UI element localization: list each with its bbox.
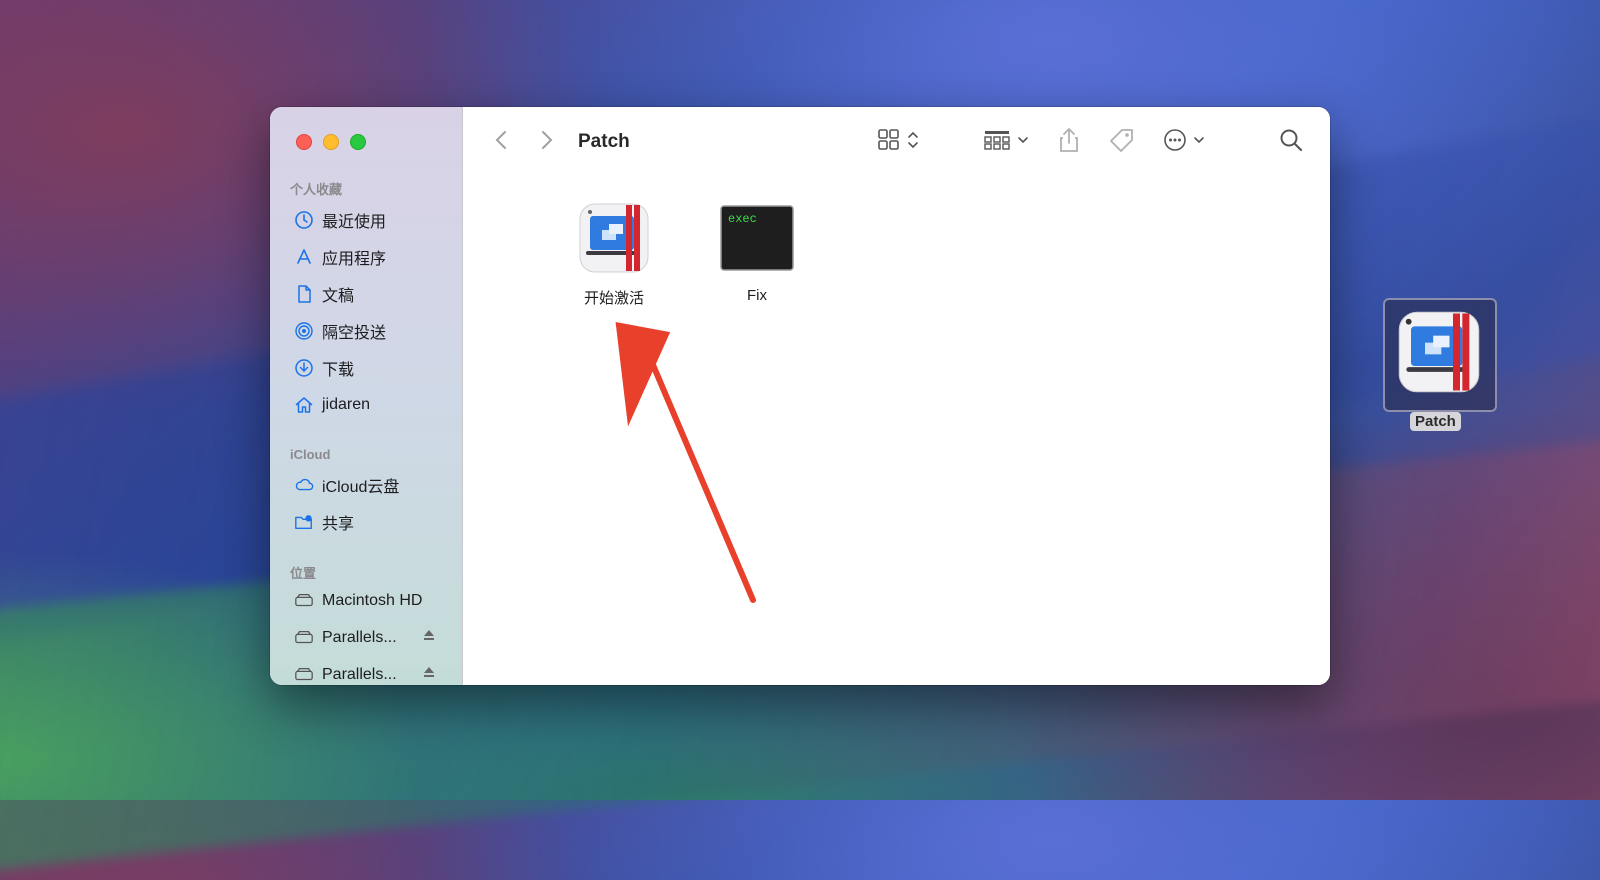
minimize-button[interactable] (323, 134, 339, 150)
sidebar-item-label: Parallels... (322, 666, 397, 683)
sidebar-section-header: 位置 (290, 566, 317, 581)
sidebar-section-header: iCloud (290, 447, 331, 462)
document-icon (294, 284, 314, 304)
sidebar-item-recents[interactable]: 最近使用 (294, 208, 386, 232)
finder-window: 个人收藏 最近使用 应用程序 文稿 隔空投送 下载 jidaren iCloud… (270, 107, 1330, 685)
sidebar-item-label: 文稿 (322, 288, 355, 305)
disk-icon (294, 628, 314, 648)
disk-icon (294, 591, 314, 611)
sidebar-item-label: Parallels... (322, 629, 397, 646)
sidebar-item-parallels-2[interactable]: Parallels... (294, 663, 434, 685)
eject-icon[interactable] (422, 628, 436, 647)
sidebar-item-airdrop[interactable]: 隔空投送 (294, 319, 386, 343)
sidebar-item-parallels-1[interactable]: Parallels... (294, 626, 434, 650)
sidebar-item-applications[interactable]: 应用程序 (294, 245, 386, 269)
sidebar-item-macintosh-hd[interactable]: Macintosh HD (294, 589, 422, 613)
sidebar-item-label: Macintosh HD (322, 592, 423, 609)
cloud-icon (294, 475, 314, 495)
eject-icon[interactable] (422, 665, 436, 684)
sidebar-item-label: 应用程序 (322, 251, 387, 268)
sidebar-item-label: jidaren (322, 396, 371, 413)
sidebar-section-header: 个人收藏 (290, 182, 343, 197)
shared-folder-icon (294, 512, 314, 532)
sidebar-item-label: 隔空投送 (322, 325, 387, 342)
sidebar: 个人收藏 最近使用 应用程序 文稿 隔空投送 下载 jidaren iCloud… (270, 107, 463, 685)
desktop-icon-label: Patch (1410, 412, 1461, 431)
close-button[interactable] (296, 134, 312, 150)
parallels-app-icon (1397, 310, 1481, 399)
file-browser: Patch 开始激活 exec Fix (463, 107, 1330, 685)
sidebar-item-icloud-drive[interactable]: iCloud云盘 (294, 473, 399, 497)
zoom-button[interactable] (350, 134, 366, 150)
disk-icon (294, 665, 314, 685)
annotation-arrow (615, 321, 756, 603)
sidebar-item-label: iCloud云盘 (322, 479, 400, 496)
home-icon (294, 395, 314, 415)
sidebar-item-label: 下载 (322, 362, 355, 379)
applications-icon (294, 247, 314, 267)
sidebar-item-downloads[interactable]: 下载 (294, 356, 354, 380)
desktop-icon-patch[interactable] (1383, 298, 1497, 412)
clock-icon (294, 210, 314, 230)
airdrop-icon (294, 321, 314, 341)
download-icon (294, 358, 314, 378)
sidebar-item-documents[interactable]: 文稿 (294, 282, 354, 306)
sidebar-item-shared[interactable]: 共享 (294, 510, 354, 534)
sidebar-item-home[interactable]: jidaren (294, 393, 370, 417)
sidebar-item-label: 共享 (322, 516, 355, 533)
sidebar-item-label: 最近使用 (322, 214, 387, 231)
